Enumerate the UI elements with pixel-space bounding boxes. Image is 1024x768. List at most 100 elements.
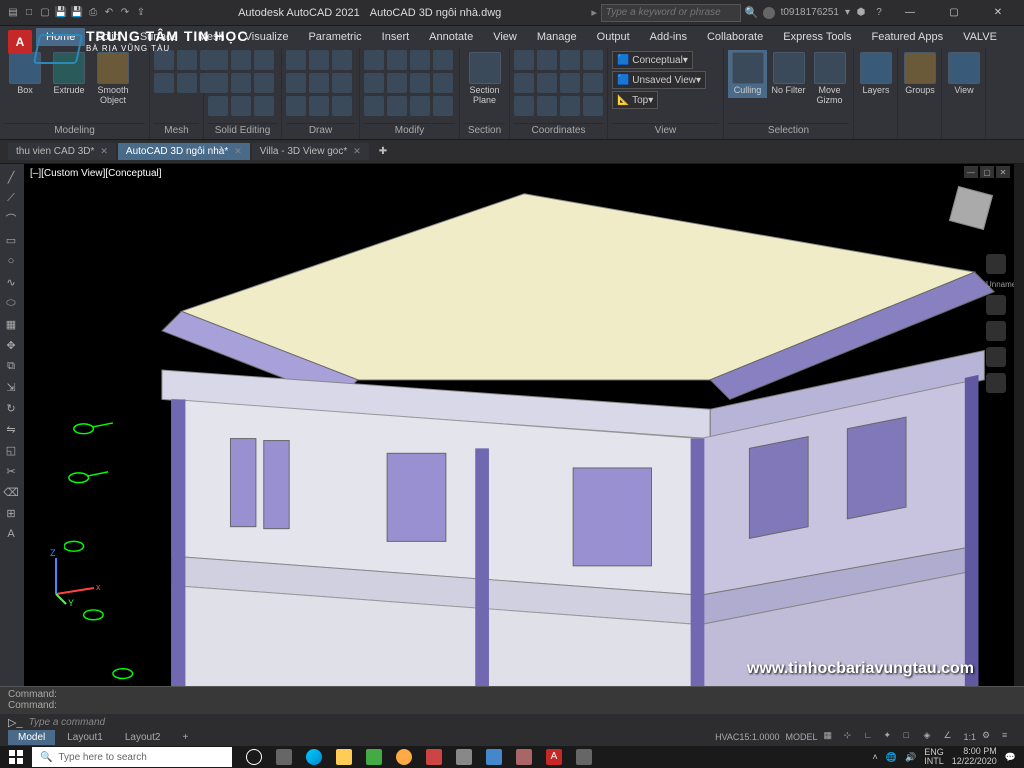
tab-valve[interactable]: VALVE <box>953 28 1007 46</box>
panel-label[interactable]: Solid Editing <box>208 123 277 137</box>
plot-icon[interactable]: ⎙ <box>86 6 100 20</box>
solid-tool-icon[interactable] <box>231 96 251 116</box>
otrack-icon[interactable]: ∠ <box>943 730 957 744</box>
mesh-tool-icon[interactable] <box>177 50 197 70</box>
tray-language[interactable]: ENGINTL <box>924 748 944 766</box>
menu-icon[interactable]: ▤ <box>6 6 20 20</box>
doc-tab[interactable]: Villa - 3D View goc*✕ <box>252 143 369 160</box>
ucs-icon[interactable]: x Y Z <box>44 546 104 606</box>
draw-tool-icon[interactable] <box>309 96 329 116</box>
modify-tool-icon[interactable] <box>433 50 453 70</box>
orbit-icon[interactable] <box>986 347 1006 367</box>
trim-tool-icon[interactable]: ✂ <box>2 462 20 480</box>
close-button[interactable]: ✕ <box>978 0 1018 26</box>
coord-tool-icon[interactable] <box>583 50 603 70</box>
modify-tool-icon[interactable] <box>410 50 430 70</box>
coord-tool-icon[interactable] <box>537 96 557 116</box>
cortana-icon[interactable] <box>240 746 268 768</box>
doc-tab[interactable]: AutoCAD 3D ngôi nhà*✕ <box>118 143 250 160</box>
coord-tool-icon[interactable] <box>560 73 580 93</box>
solid-tool-icon[interactable] <box>231 73 251 93</box>
view-scale-combo[interactable]: 1:1 <box>963 732 976 742</box>
vp-minimize-icon[interactable]: — <box>964 166 978 178</box>
ortho-icon[interactable]: ∟ <box>863 730 877 744</box>
viewport[interactable]: [–][Custom View][Conceptual] — ▢ ✕ Unnam… <box>24 164 1014 686</box>
text-tool-icon[interactable]: A <box>2 525 20 543</box>
view-direction-combo[interactable]: 📐 Top▾ <box>612 91 658 109</box>
ellipse-tool-icon[interactable]: ⬭ <box>2 294 20 312</box>
help-search[interactable] <box>601 4 741 22</box>
visual-style-combo[interactable]: 🟦 Conceptual▾ <box>612 51 693 69</box>
rotate-tool-icon[interactable]: ↻ <box>2 399 20 417</box>
close-icon[interactable]: ✕ <box>353 146 361 157</box>
solid-tool-icon[interactable] <box>208 96 228 116</box>
showmotion-icon[interactable] <box>986 373 1006 393</box>
app-icon[interactable] <box>420 746 448 768</box>
vp-maximize-icon[interactable]: ▢ <box>980 166 994 178</box>
snap-icon[interactable]: ⊹ <box>843 730 857 744</box>
tab-manage[interactable]: Manage <box>527 28 587 46</box>
command-input[interactable]: Type a command <box>29 717 1016 728</box>
autodesk-icon[interactable]: ⬢ <box>854 6 868 20</box>
explorer-icon[interactable] <box>330 746 358 768</box>
draw-tool-icon[interactable] <box>309 73 329 93</box>
panel-label[interactable]: Coordinates <box>514 123 603 137</box>
solid-tool-icon[interactable] <box>254 96 274 116</box>
tray-clock[interactable]: 8:00 PM12/22/2020 <box>952 747 997 767</box>
tray-network-icon[interactable]: 🌐 <box>886 752 897 763</box>
panel-label[interactable]: View <box>612 123 719 137</box>
stretch-tool-icon[interactable]: ⇲ <box>2 378 20 396</box>
open-icon[interactable]: ▢ <box>38 6 52 20</box>
tab-view[interactable]: View <box>483 28 527 46</box>
tray-notification-icon[interactable]: 💬 <box>1005 752 1016 763</box>
tab-featured[interactable]: Featured Apps <box>862 28 954 46</box>
modify-tool-icon[interactable] <box>410 96 430 116</box>
modify-tool-icon[interactable] <box>387 73 407 93</box>
command-history[interactable]: Command: Command: <box>0 686 1024 716</box>
solid-tool-icon[interactable] <box>208 73 228 93</box>
minimize-button[interactable]: — <box>890 0 930 26</box>
coord-tool-icon[interactable] <box>560 50 580 70</box>
groups-button[interactable]: Groups <box>902 50 938 98</box>
tab-output[interactable]: Output <box>587 28 640 46</box>
gizmo-button[interactable]: Move Gizmo <box>810 50 849 108</box>
arc-tool-icon[interactable]: ⌒ <box>2 210 20 228</box>
mesh-tool-icon[interactable] <box>154 73 174 93</box>
tab-parametric[interactable]: Parametric <box>298 28 371 46</box>
3dosnap-icon[interactable]: ◈ <box>923 730 937 744</box>
coord-tool-icon[interactable] <box>514 50 534 70</box>
panel-label[interactable]: Modify <box>364 123 455 137</box>
mirror-tool-icon[interactable]: ⇋ <box>2 420 20 438</box>
panel-label[interactable]: Section <box>464 123 505 137</box>
start-button[interactable] <box>0 746 32 768</box>
copy-tool-icon[interactable]: ⧉ <box>2 357 20 375</box>
modify-tool-icon[interactable] <box>364 96 384 116</box>
app-icon[interactable] <box>450 746 478 768</box>
app-icon[interactable] <box>360 746 388 768</box>
save-icon[interactable]: 💾 <box>54 6 68 20</box>
redo-icon[interactable]: ↷ <box>118 6 132 20</box>
saved-view-combo[interactable]: 🟦 Unsaved View▾ <box>612 71 706 89</box>
coord-tool-icon[interactable] <box>537 50 557 70</box>
browser-icon[interactable] <box>390 746 418 768</box>
draw-tool-icon[interactable] <box>332 73 352 93</box>
coord-tool-icon[interactable] <box>514 96 534 116</box>
coord-tool-icon[interactable] <box>583 96 603 116</box>
section-plane-button[interactable]: Section Plane <box>464 50 505 108</box>
move-tool-icon[interactable]: ✥ <box>2 336 20 354</box>
app-logo-icon[interactable]: A <box>8 30 32 54</box>
layout-tab[interactable]: Layout2 <box>115 730 171 745</box>
annotation-scale[interactable]: HVAC15:1.0000 <box>715 732 779 742</box>
panel-label[interactable]: Draw <box>286 123 355 137</box>
table-tool-icon[interactable]: ⊞ <box>2 504 20 522</box>
solid-tool-icon[interactable] <box>254 73 274 93</box>
new-tab-button[interactable]: ✚ <box>371 143 395 160</box>
rect-tool-icon[interactable]: ▭ <box>2 231 20 249</box>
search-caret-icon[interactable]: ▸ <box>591 6 597 19</box>
tab-express[interactable]: Express Tools <box>773 28 861 46</box>
share-icon[interactable]: ⇪ <box>134 6 148 20</box>
tab-annotate[interactable]: Annotate <box>419 28 483 46</box>
app-icon[interactable] <box>510 746 538 768</box>
modify-tool-icon[interactable] <box>364 50 384 70</box>
coord-tool-icon[interactable] <box>583 73 603 93</box>
